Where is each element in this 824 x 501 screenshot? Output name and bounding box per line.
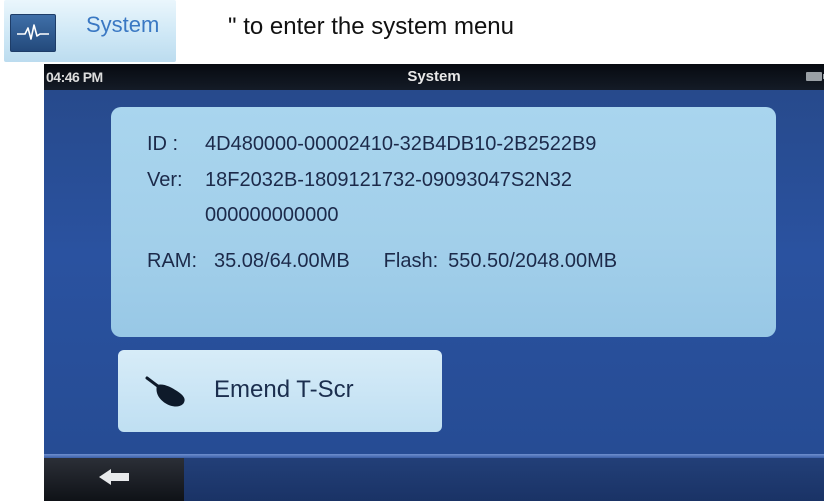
system-chip-label: System bbox=[86, 12, 160, 37]
flash-value: 550.50/2048.00MB bbox=[448, 250, 618, 272]
system-info-panel: ID :4D480000-00002410-32B4DB10-2B2522B9 … bbox=[111, 107, 776, 337]
battery-icon bbox=[806, 72, 824, 81]
memory-row: RAM: 35.08/64.00MB Flash: 550.50/2048.00MB bbox=[147, 250, 617, 273]
back-arrow-icon bbox=[97, 467, 131, 492]
id-value: 4D480000-00002410-32B4DB10-2B2522B9 bbox=[205, 133, 597, 155]
screen-title: System bbox=[407, 68, 461, 85]
id-row: ID : 4D480000-00002410-32B4DB10-2B2522B9 bbox=[147, 133, 596, 156]
version-value: 18F2032B-1809121732-09093047S2N32 bbox=[205, 169, 572, 191]
status-bar: 04:46 PM System bbox=[44, 64, 824, 90]
flash-label: Flash: bbox=[383, 250, 439, 272]
screen-body: ID :4D480000-00002410-32B4DB10-2B2522B9 … bbox=[44, 90, 824, 454]
version-value-continued: 000000000000 bbox=[205, 204, 339, 226]
id-label: ID : bbox=[147, 133, 179, 155]
emend-touchscreen-button[interactable]: Emend T-Scr bbox=[118, 350, 442, 432]
back-button[interactable] bbox=[44, 458, 184, 501]
instruction-strip: System " to enter the system menu bbox=[0, 0, 824, 64]
bottom-bar bbox=[44, 458, 824, 501]
version-row: Ver: 18F2032B-1809121732-09093047S2N32 bbox=[147, 169, 572, 192]
emend-button-label: Emend T-Scr bbox=[214, 376, 354, 403]
system-menu-chip: System bbox=[4, 0, 176, 62]
ram-value: 35.08/64.00MB bbox=[214, 250, 350, 272]
device-screen: 04:46 PM System ID : 4D480000-00002410-32… bbox=[44, 64, 824, 501]
instruction-text: " to enter the system menu bbox=[228, 13, 514, 40]
version-label: Ver: bbox=[147, 169, 183, 191]
heartbeat-monitor-icon bbox=[10, 14, 56, 52]
stylus-hand-icon bbox=[145, 375, 189, 409]
ram-label: RAM: bbox=[147, 250, 197, 272]
